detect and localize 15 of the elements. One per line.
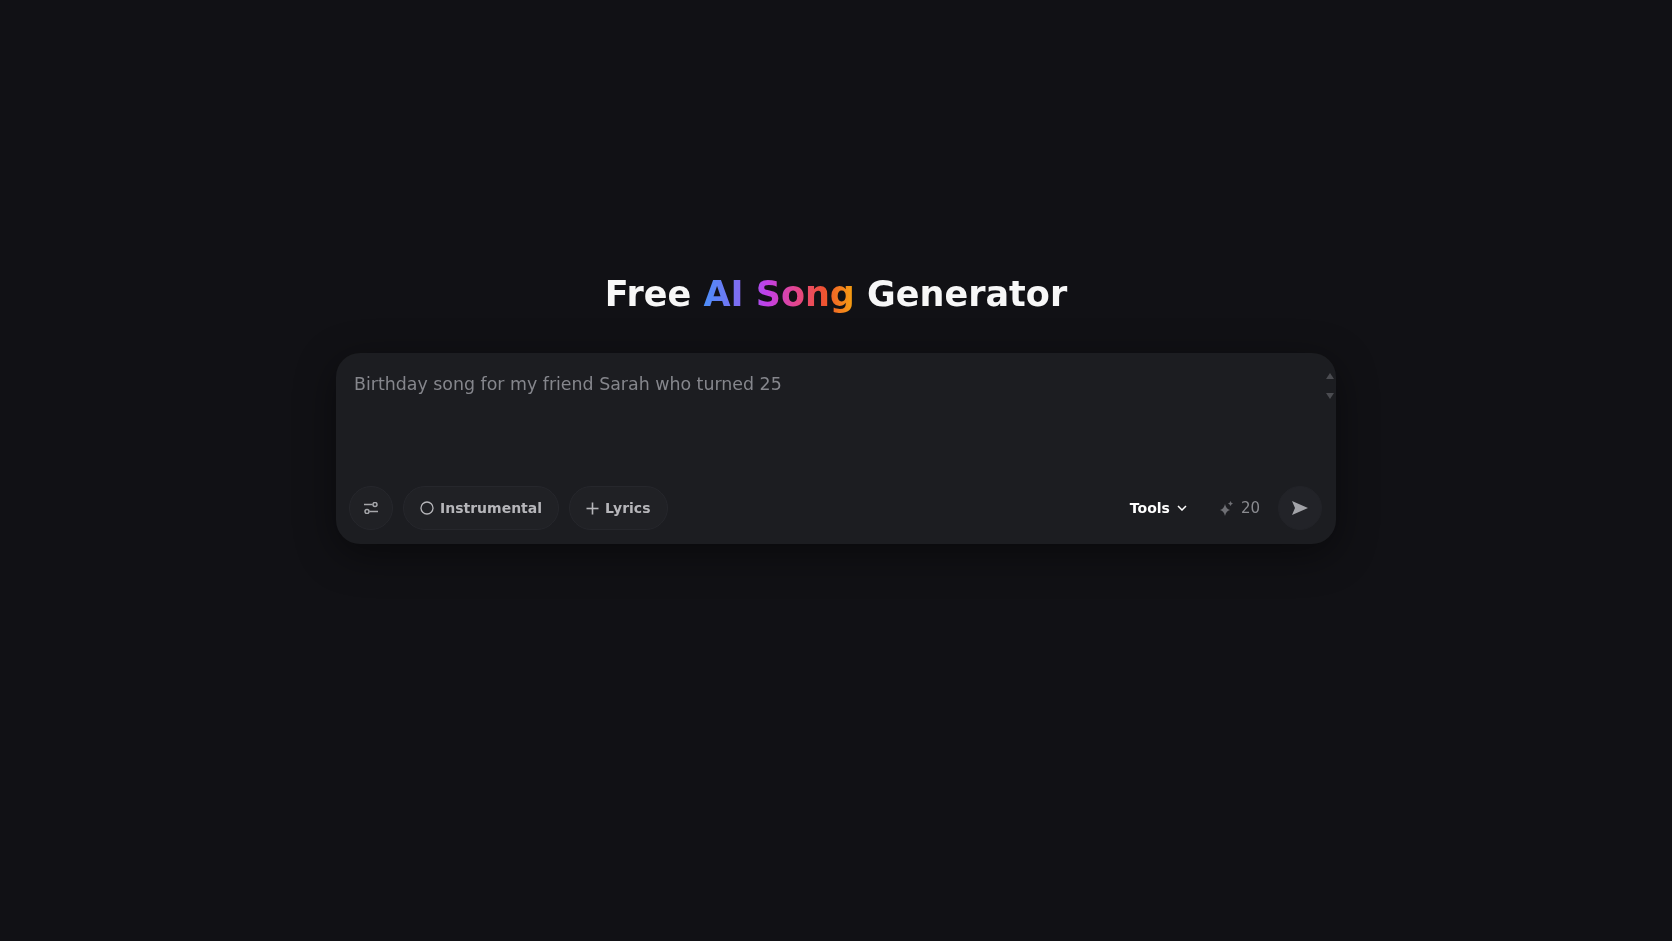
instrumental-toggle[interactable]: Instrumental — [403, 486, 560, 530]
credits-count: 20 — [1240, 499, 1260, 517]
send-icon — [1292, 501, 1308, 515]
page-title: Free AI Song Generator — [604, 273, 1068, 316]
sliders-icon — [363, 502, 379, 514]
prompt-field[interactable]: Birthday song for my friend Sarah who turned 25 — [354, 373, 1318, 478]
prompt-composer[interactable]: Birthday song for my friend Sarah who turned 25 Instrumental Lyrics Tools 20 — [336, 353, 1336, 544]
plus-icon — [586, 501, 600, 515]
send-button[interactable] — [1278, 486, 1322, 530]
settings-button[interactable] — [349, 486, 393, 530]
tools-dropdown[interactable]: Tools — [1129, 500, 1187, 516]
sparkle-icon — [1218, 500, 1233, 516]
lyrics-button[interactable]: Lyrics — [569, 486, 668, 530]
scroll-arrows-icon — [1326, 373, 1334, 399]
chevron-down-icon — [1176, 505, 1187, 511]
